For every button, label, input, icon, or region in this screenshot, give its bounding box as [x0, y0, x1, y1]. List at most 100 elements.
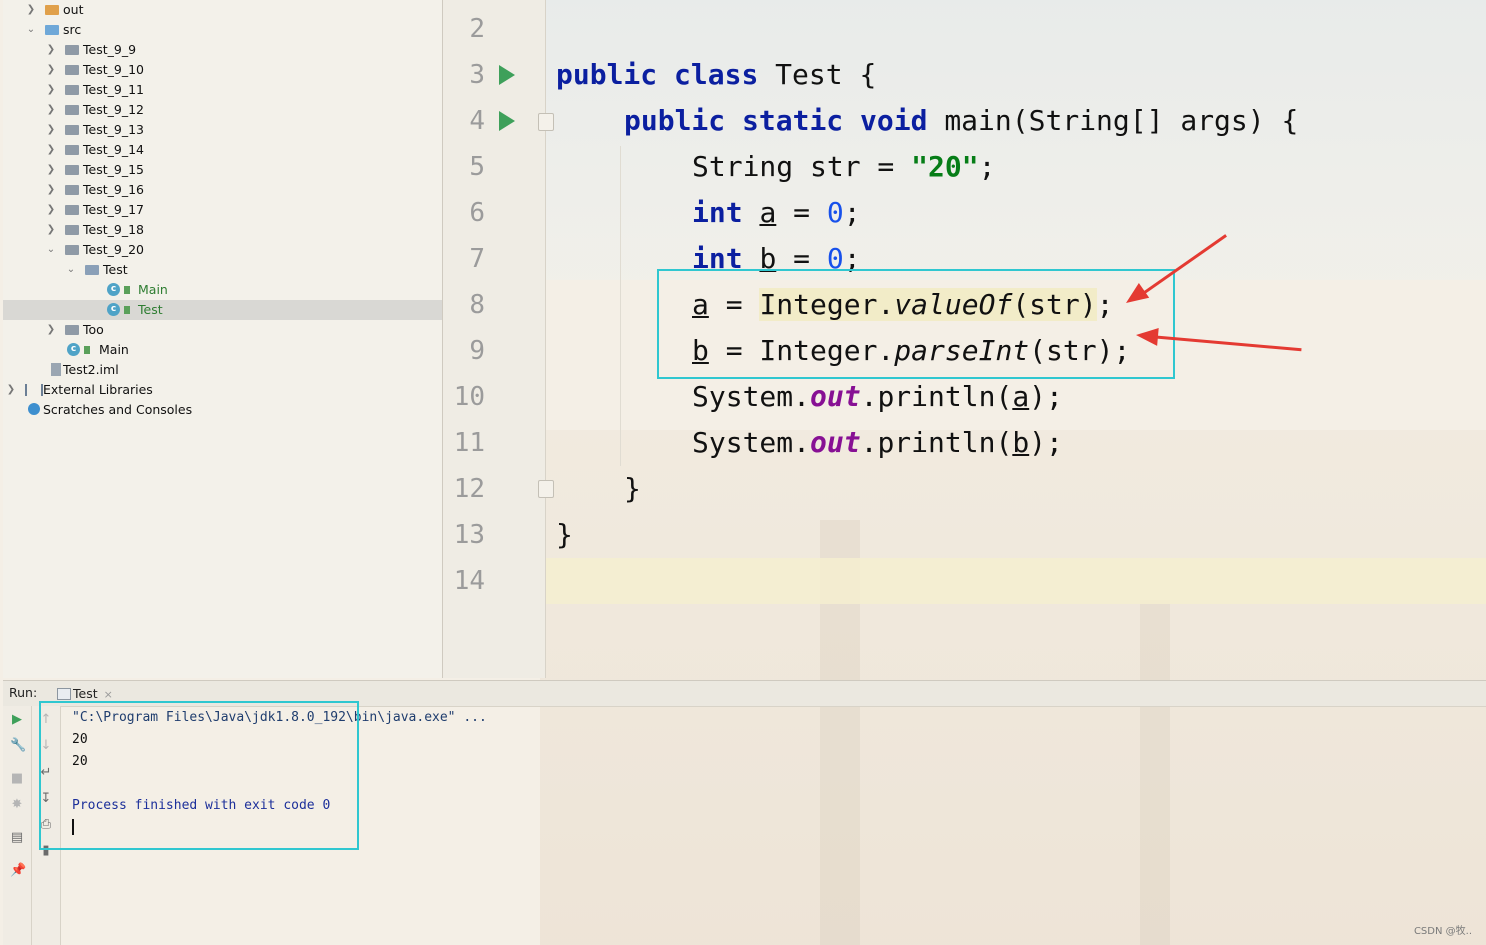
line-number: 6 [469, 198, 485, 228]
tree-item-class[interactable]: c Main [3, 340, 442, 360]
debug-settings-icon[interactable]: ✸ [10, 798, 24, 812]
chevron-down-icon[interactable]: ⌄ [25, 20, 37, 40]
code-text: ); [1029, 426, 1063, 459]
console-tab-icon [57, 688, 71, 700]
run-label: Run: [9, 685, 38, 700]
tree-item-package[interactable]: ❯ Test_9_9 [3, 40, 442, 60]
watermark: CSDN @牧.. [1413, 926, 1472, 937]
tree-item-label: Test [103, 262, 128, 277]
chevron-right-icon[interactable]: ❯ [45, 180, 57, 200]
package-folder-icon [65, 145, 79, 155]
tree-item-package[interactable]: ❯ Test_9_18 [3, 220, 442, 240]
tree-item-label: src [63, 22, 82, 37]
keyword: void [860, 104, 928, 137]
close-icon[interactable]: × [104, 688, 113, 701]
java-class-icon: c [107, 303, 120, 316]
tree-item-class[interactable]: c Main [3, 280, 442, 300]
run-gutter-icon[interactable] [499, 111, 515, 131]
tree-item-label: Test_9_11 [83, 82, 144, 97]
rerun-icon[interactable]: ▶ [10, 713, 24, 727]
runnable-mark-icon [124, 306, 130, 314]
tree-item-label: Test_9_10 [83, 62, 144, 77]
tree-item-src[interactable]: ⌄ src [3, 20, 442, 40]
tree-item-package[interactable]: ⌄ Test_9_20 [3, 240, 442, 260]
tree-item-label: Test_9_9 [83, 42, 137, 57]
package-folder-icon [85, 265, 99, 275]
chevron-down-icon[interactable]: ⌄ [65, 260, 77, 280]
wrench-icon[interactable]: 🔧 [10, 739, 26, 753]
code-text: System. [692, 380, 811, 413]
chevron-right-icon[interactable]: ❯ [25, 0, 37, 20]
line-number: 8 [469, 290, 485, 320]
keyword: class [674, 58, 759, 91]
chevron-right-icon[interactable]: ❯ [45, 220, 57, 240]
folder-orange-icon [45, 5, 59, 15]
static-field: out [810, 380, 861, 413]
line-number: 4 [469, 106, 485, 136]
tree-item-package[interactable]: ❯ Test_9_14 [3, 140, 442, 160]
line-number: 7 [469, 244, 485, 274]
code-text: ); [1029, 380, 1063, 413]
tree-item-label: Test_9_15 [83, 162, 144, 177]
tree-item-package[interactable]: ⌄ Test [3, 260, 442, 280]
line-number: 14 [453, 566, 485, 596]
chevron-right-icon[interactable]: ❯ [5, 380, 17, 400]
chevron-right-icon[interactable]: ❯ [45, 160, 57, 180]
tree-item-label: Main [99, 342, 129, 357]
code-text: System. [692, 426, 811, 459]
pin-icon[interactable]: 📌 [10, 864, 26, 878]
package-folder-icon [65, 105, 79, 115]
code-line-6: int a = 0; [692, 190, 861, 236]
tree-item-label: Test_9_18 [83, 222, 144, 237]
tree-item-package[interactable]: ❯ Test_9_15 [3, 160, 442, 180]
chevron-right-icon[interactable]: ❯ [45, 80, 57, 100]
tree-item-package[interactable]: ❯ Test_9_16 [3, 180, 442, 200]
tree-item-package[interactable]: ❯ Test_9_11 [3, 80, 442, 100]
tree-item-package[interactable]: ❯ Too [3, 320, 442, 340]
tree-item-external-libraries[interactable]: ❯ External Libraries [3, 380, 442, 400]
chevron-right-icon[interactable]: ❯ [45, 40, 57, 60]
tree-item-label: Test_9_12 [83, 102, 144, 117]
tree-item-package[interactable]: ❯ Test_9_17 [3, 200, 442, 220]
tree-item-package[interactable]: ❯ Test_9_12 [3, 100, 442, 120]
chevron-down-icon[interactable]: ⌄ [45, 240, 57, 260]
code-line-3: public class Test { [556, 52, 876, 98]
tree-item-file[interactable]: Test2.iml [3, 360, 442, 380]
tree-item-label: Scratches and Consoles [43, 402, 193, 417]
tree-item-class-selected[interactable]: c Test [3, 300, 442, 320]
layout-icon[interactable]: ▤ [10, 831, 24, 845]
line-number: 10 [453, 382, 485, 412]
chevron-right-icon[interactable]: ❯ [45, 200, 57, 220]
line-number: 2 [469, 14, 485, 44]
keyword: public [624, 104, 726, 137]
static-field: out [810, 426, 861, 459]
number-literal: 0 [826, 196, 844, 229]
tree-item-scratches[interactable]: Scratches and Consoles [3, 400, 442, 420]
highlight-box-console [39, 701, 359, 850]
java-class-icon: c [67, 343, 80, 356]
chevron-right-icon[interactable]: ❯ [45, 120, 57, 140]
stop-icon[interactable]: ■ [10, 772, 24, 786]
tree-item-out[interactable]: ❯ out [3, 0, 442, 20]
tree-item-package[interactable]: ❯ Test_9_13 [3, 120, 442, 140]
chevron-right-icon[interactable]: ❯ [45, 100, 57, 120]
tree-item-label: Test_9_16 [83, 182, 144, 197]
scratches-icon [28, 403, 40, 415]
code-text: .println( [860, 426, 1013, 459]
package-folder-icon [65, 85, 79, 95]
code-text: } [624, 472, 641, 505]
code-text: ; [978, 150, 996, 183]
code-line-10: System.out.println(a); [692, 374, 1063, 420]
chevron-right-icon[interactable]: ❯ [45, 60, 57, 80]
line-number: 12 [453, 474, 485, 504]
chevron-right-icon[interactable]: ❯ [45, 320, 57, 340]
keyword: int [692, 196, 743, 229]
tree-item-label: Test_9_14 [83, 142, 144, 157]
string-literal: "20" [911, 150, 979, 183]
keyword: public [556, 58, 658, 91]
code-line-12: } [624, 466, 641, 512]
run-gutter-icon[interactable] [499, 65, 515, 85]
line-number: 3 [469, 60, 485, 90]
chevron-right-icon[interactable]: ❯ [45, 140, 57, 160]
tree-item-package[interactable]: ❯ Test_9_10 [3, 60, 442, 80]
